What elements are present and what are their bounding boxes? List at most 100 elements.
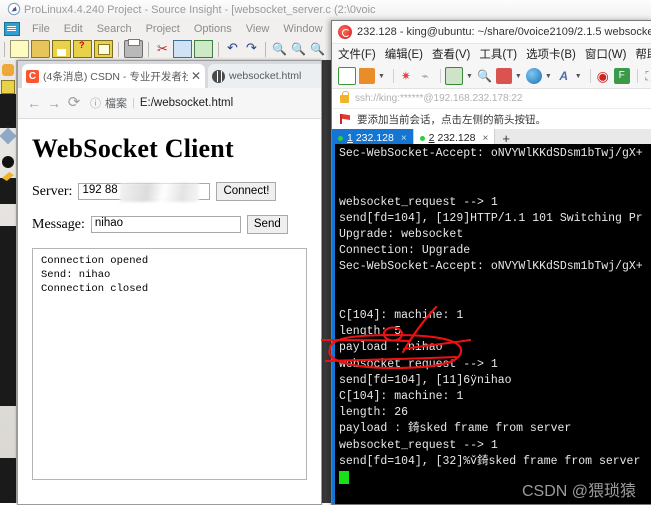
info-circle-icon[interactable]: ⓘ <box>90 95 101 111</box>
xshell-toolbar[interactable]: ▼ ✷ ⌁ ▼ 🔍 ▼ ▼ A ▼ ◉ F ⛶ <box>332 64 651 89</box>
disconnect-icon[interactable]: ✷ <box>398 68 414 84</box>
log-line: Send: nihao <box>41 269 111 281</box>
panel-divider-dark <box>0 178 16 204</box>
chevron-down-icon[interactable]: ▼ <box>466 73 473 80</box>
csdn-watermark: CSDN @猥琐猿 <box>521 483 636 500</box>
chevron-down-icon[interactable]: ▼ <box>378 73 385 80</box>
chevron-down-icon[interactable]: ▼ <box>545 73 552 80</box>
find-next-icon[interactable]: 🔍 <box>309 41 326 57</box>
reconnect-icon[interactable]: ⌁ <box>417 68 433 84</box>
address-url[interactable]: E:/websocket.html <box>140 97 233 109</box>
new-document-icon[interactable] <box>10 40 29 58</box>
transfer-icon[interactable] <box>444 67 463 85</box>
menu-search[interactable]: Search <box>90 23 139 35</box>
menu-view[interactable]: 查看(V) <box>432 46 470 62</box>
panel-icon-2[interactable] <box>1 80 15 94</box>
menu-file[interactable]: File <box>25 23 57 35</box>
message-row: Message: nihao Send <box>32 215 307 234</box>
save-all-icon[interactable] <box>94 40 113 58</box>
server-label: Server: <box>32 183 73 199</box>
arrow-right-icon[interactable]: → <box>44 93 64 113</box>
chevron-down-icon[interactable]: ▼ <box>515 73 522 80</box>
menu-window[interactable]: 窗口(W) <box>585 46 627 62</box>
arrow-left-icon[interactable]: ← <box>24 93 44 113</box>
source-insight-title: ProLinux4.4.240 Project - Source Insight… <box>24 3 376 16</box>
panel-icon-1[interactable] <box>2 64 14 76</box>
close-icon[interactable]: × <box>482 133 488 144</box>
open-session-icon[interactable] <box>359 68 375 84</box>
message-label: Message: <box>32 216 85 232</box>
browser-tab-websocket[interactable]: websocket.html <box>208 64 321 88</box>
xftp-icon[interactable]: F <box>613 68 630 84</box>
paste-icon[interactable] <box>194 40 213 58</box>
log-line: Connection opened <box>41 255 149 267</box>
xshell-menubar[interactable]: 文件(F) 编辑(E) 查看(V) 工具(T) 选项卡(B) 窗口(W) 帮助(… <box>332 44 651 64</box>
menu-edit[interactable]: Edit <box>57 23 90 35</box>
find-previous-icon[interactable]: 🔍 <box>290 41 307 57</box>
toolbar-divider <box>4 41 5 57</box>
browser-toolbar[interactable]: ← → ⟳ ⓘ 檔案 | E:/websocket.html <box>18 88 321 119</box>
find-icon[interactable]: 🔍 <box>477 68 493 84</box>
print-icon[interactable] <box>124 39 143 58</box>
panel-icon-5[interactable] <box>0 127 17 145</box>
message-input[interactable]: nihao <box>90 216 241 233</box>
xshell-icon <box>338 25 352 39</box>
server-input[interactable]: 192 88 <box>78 183 211 202</box>
browser-tab-title: (4条消息) CSDN - 专业开发者社区 <box>43 70 188 83</box>
log-line: Connection closed <box>41 283 149 295</box>
open-folder-icon[interactable] <box>31 40 50 58</box>
browser-tab-csdn[interactable]: C (4条消息) CSDN - 专业开发者社区 ✕ <box>22 64 205 88</box>
xshell-titlebar: 232.128 - king@ubuntu: ~/share/0voice210… <box>332 21 651 44</box>
menu-options[interactable]: Options <box>187 23 239 35</box>
close-icon[interactable]: × <box>401 133 407 144</box>
font-icon[interactable]: A <box>556 68 572 84</box>
menu-view[interactable]: View <box>239 23 277 35</box>
panel-divider-dark <box>0 94 16 128</box>
save-icon[interactable] <box>52 40 71 58</box>
find-icon[interactable]: 🔍 <box>271 41 288 57</box>
menu-edit[interactable]: 编辑(E) <box>385 46 423 62</box>
menu-help[interactable]: 帮助(H) <box>635 46 651 62</box>
terminal-output: Sec-WebSocket-Accept: oNVYWlKKdSDsm1bTwj… <box>339 147 643 468</box>
send-button[interactable]: Send <box>246 215 288 234</box>
panel-divider-dark <box>0 226 16 406</box>
toolbar-divider <box>392 69 394 83</box>
xshell-tab-label: 232.128 <box>355 132 394 144</box>
source-insight-left-toolbar[interactable] <box>0 60 17 503</box>
xshell-address-bar[interactable]: ssh://king:******@192.168.232.178:22 <box>332 89 651 109</box>
chevron-down-icon[interactable]: ▼ <box>575 73 582 80</box>
xshell-window: 232.128 - king@ubuntu: ~/share/0voice210… <box>331 20 651 505</box>
globe-icon <box>212 69 225 83</box>
menu-tabs[interactable]: 选项卡(B) <box>526 46 576 62</box>
server-row: Server: 192 88 Connect! <box>32 182 307 202</box>
toolbar-divider <box>218 41 219 57</box>
connection-log: Connection opened Send: nihao Connection… <box>32 248 307 480</box>
xshell-icon[interactable]: ◉ <box>595 68 611 84</box>
toolbar-divider <box>118 41 119 57</box>
reload-icon[interactable]: ⟳ <box>64 93 84 113</box>
layout-icon[interactable] <box>495 68 512 84</box>
close-icon[interactable]: ✕ <box>191 69 201 83</box>
menu-tools[interactable]: 工具(T) <box>479 46 517 62</box>
webpage-content: WebSocket Client Server: 192 88 Connect!… <box>18 120 321 504</box>
connect-button[interactable]: Connect! <box>216 182 277 201</box>
menu-window[interactable]: Window <box>276 23 329 35</box>
csdn-icon: C <box>26 69 39 83</box>
new-session-icon[interactable] <box>338 67 356 85</box>
panel-icon-6[interactable] <box>2 156 14 168</box>
xshell-tab-number: 1 <box>347 132 353 144</box>
cut-icon[interactable]: ✂ <box>154 41 171 57</box>
menu-project[interactable]: Project <box>139 23 187 35</box>
copy-icon[interactable] <box>173 40 192 58</box>
address-separator: | <box>132 97 135 109</box>
fullscreen-icon[interactable]: ⛶ <box>642 68 651 84</box>
terminal-panel[interactable]: Sec-WebSocket-Accept: oNVYWlKKdSDsm1bTwj… <box>332 144 651 504</box>
compass-icon <box>7 2 21 16</box>
globe-icon[interactable] <box>525 68 542 84</box>
save-query-icon[interactable] <box>73 40 92 58</box>
server-input-value: 192 88 <box>82 184 118 196</box>
source-insight-logo-icon <box>4 21 20 36</box>
undo-icon[interactable]: ↶ <box>224 41 241 57</box>
redo-icon[interactable]: ↷ <box>243 41 260 57</box>
menu-file[interactable]: 文件(F) <box>338 46 376 62</box>
